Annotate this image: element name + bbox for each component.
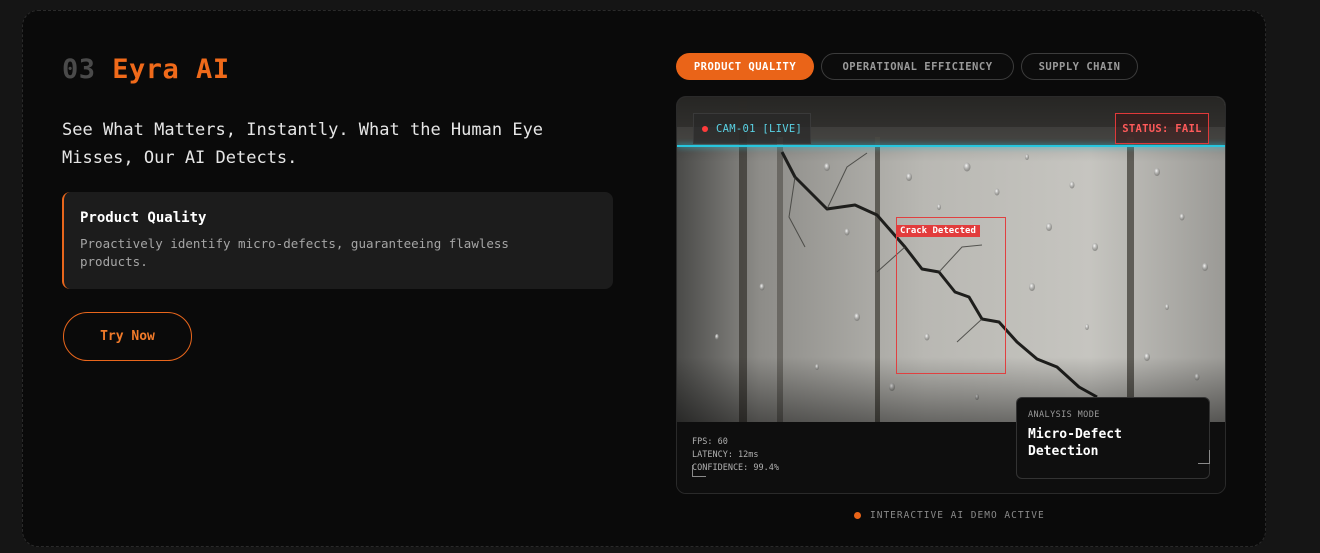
detection-label: Crack Detected xyxy=(896,225,980,237)
tab-supply-chain[interactable]: SUPPLY CHAIN xyxy=(1021,53,1138,80)
feature-description: Proactively identify micro-defects, guar… xyxy=(80,236,509,269)
camera-viewer[interactable]: CAM-01 [LIVE] STATUS: FAIL Crack Detecte… xyxy=(676,96,1226,494)
demo-status-text: INTERACTIVE AI DEMO ACTIVE xyxy=(870,510,1045,521)
camera-label: CAM-01 [LIVE] xyxy=(716,122,803,135)
latency-stat: LATENCY: 12ms xyxy=(692,450,759,460)
analysis-mode-value-line1: Micro-Defect xyxy=(1028,427,1122,442)
corner-bracket-icon xyxy=(1198,450,1210,464)
section-title: 03 Eyra AI xyxy=(62,54,230,85)
feature-title: Product Quality xyxy=(80,210,207,226)
tab-operational-efficiency[interactable]: OPERATIONAL EFFICIENCY xyxy=(821,53,1014,80)
status-badge: STATUS: FAIL xyxy=(1115,113,1209,144)
analysis-mode-label: ANALYSIS MODE xyxy=(1028,410,1100,420)
section-number: 03 xyxy=(62,54,96,85)
analysis-mode-value-line2: Detection xyxy=(1028,444,1099,459)
tab-product-quality[interactable]: PRODUCT QUALITY xyxy=(676,53,814,80)
red-dot-icon xyxy=(702,125,708,132)
tagline: See What Matters, Instantly. What the Hu… xyxy=(62,120,544,168)
product-name: Eyra AI xyxy=(112,54,230,85)
orange-dot-icon xyxy=(854,512,861,519)
fps-stat: FPS: 60 xyxy=(692,437,728,447)
analysis-mode-value: Micro-Defect Detection xyxy=(1028,426,1198,460)
analysis-mode-card: ANALYSIS MODE Micro-Defect Detection xyxy=(1016,397,1210,479)
detection-box: Crack Detected xyxy=(896,217,1006,374)
feature-card: Product Quality Proactively identify mic… xyxy=(62,192,613,289)
scan-line xyxy=(677,145,1225,147)
corner-bracket-icon xyxy=(692,465,706,477)
demo-status: INTERACTIVE AI DEMO ACTIVE xyxy=(854,510,1045,521)
try-now-button[interactable]: Try Now xyxy=(63,312,192,361)
camera-live-tag: CAM-01 [LIVE] xyxy=(693,113,812,144)
